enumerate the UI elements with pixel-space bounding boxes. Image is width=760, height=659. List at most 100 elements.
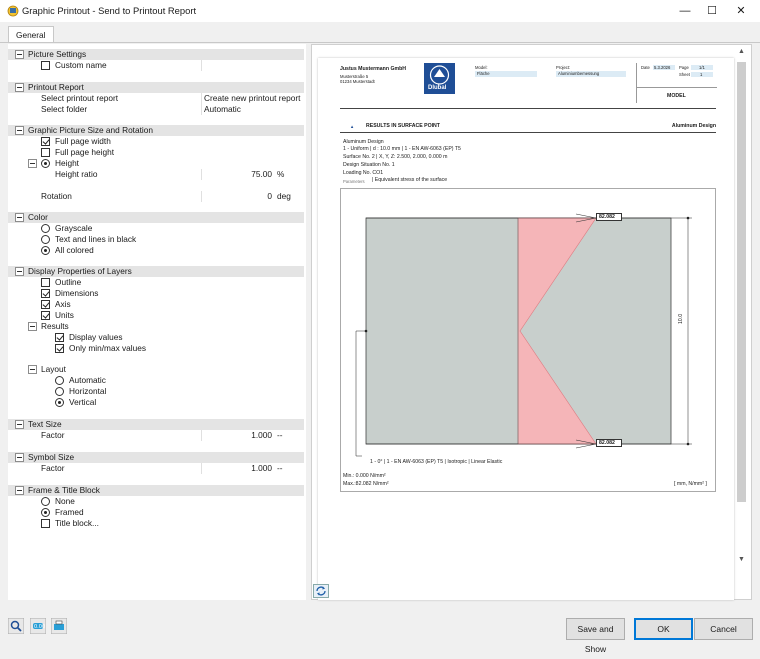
- axis-checkbox[interactable]: [41, 300, 50, 309]
- only-minmax-checkbox[interactable]: [55, 344, 64, 353]
- rotation-value[interactable]: 0: [204, 191, 272, 202]
- dlubal-logo: Dlubal: [424, 63, 455, 94]
- window-title: Graphic Printout - Send to Printout Repo…: [22, 5, 196, 16]
- project-value: Aluminiumbemessung: [558, 71, 599, 76]
- collapse-icon[interactable]: [28, 159, 37, 168]
- date-label: Date: [641, 65, 650, 70]
- collapse-icon[interactable]: [15, 126, 24, 135]
- units-checkbox[interactable]: [41, 311, 50, 320]
- layout-vertical-radio[interactable]: [55, 398, 64, 407]
- collapse-icon[interactable]: [15, 420, 24, 429]
- section-printout-report[interactable]: Printout Report: [8, 82, 304, 93]
- display-values-label: Display values: [69, 332, 123, 343]
- all-colored-radio[interactable]: [41, 246, 50, 255]
- printer-settings-icon[interactable]: [51, 618, 67, 634]
- symbol-factor-value[interactable]: 1.000: [204, 463, 272, 474]
- symbol-factor-unit: --: [277, 463, 283, 474]
- surface-result-drawing: [340, 188, 716, 492]
- collapse-icon[interactable]: [15, 213, 24, 222]
- column-separator: [201, 191, 202, 202]
- select-report-value[interactable]: Create new printout report: [204, 93, 300, 104]
- layout-horizontal-radio[interactable]: [55, 387, 64, 396]
- frame-framed-radio[interactable]: [41, 508, 50, 517]
- dimension-label: 10.0: [678, 314, 684, 324]
- full-width-checkbox[interactable]: [41, 137, 50, 146]
- sheet-label: Sheet: [679, 72, 690, 77]
- text-factor-row[interactable]: Factor 1.000 --: [8, 430, 304, 441]
- rotation-row[interactable]: Rotation 0 deg: [8, 191, 304, 202]
- collapse-icon[interactable]: [15, 486, 24, 495]
- refresh-button[interactable]: [313, 584, 329, 598]
- dimensions-row: Dimensions: [8, 288, 304, 299]
- layout-row: Layout: [8, 364, 304, 375]
- model-badge-box: MODEL: [637, 87, 717, 105]
- collapse-icon[interactable]: [28, 365, 37, 374]
- full-height-row: Full page height: [8, 147, 304, 158]
- select-folder-value[interactable]: Automatic: [204, 104, 241, 115]
- collapse-icon[interactable]: [28, 322, 37, 331]
- date-value: 5.3.2026: [654, 65, 670, 70]
- maximize-button[interactable]: ☐: [697, 0, 727, 22]
- collapse-icon[interactable]: [15, 453, 24, 462]
- dimensions-checkbox[interactable]: [41, 289, 50, 298]
- custom-name-row: Custom name: [8, 60, 304, 71]
- symbol-factor-row[interactable]: Factor 1.000 --: [8, 463, 304, 474]
- collapse-icon[interactable]: [15, 267, 24, 276]
- collapse-icon[interactable]: [15, 83, 24, 92]
- parameters-prefix: Parameters: [343, 179, 365, 184]
- model-field: Fläche: [475, 71, 537, 77]
- frame-none-radio[interactable]: [41, 497, 50, 506]
- scroll-down-icon[interactable]: ▼: [736, 556, 747, 563]
- height-ratio-value[interactable]: 75.00: [204, 169, 272, 180]
- close-button[interactable]: ✕: [726, 0, 756, 22]
- preview-scrollbar[interactable]: ▲ ▼: [736, 48, 747, 568]
- section-frame-title[interactable]: Frame & Title Block: [8, 485, 304, 496]
- minimize-button[interactable]: —: [670, 0, 700, 22]
- section-title: Text Size: [28, 419, 62, 430]
- select-report-label: Select printout report: [41, 93, 118, 104]
- info-line: Aluminum Design: [343, 139, 384, 145]
- save-and-show-button[interactable]: Save and Show: [566, 618, 625, 640]
- leader-point: [365, 330, 368, 333]
- section-symbol-size[interactable]: Symbol Size: [8, 452, 304, 463]
- page-label: Page: [679, 65, 689, 70]
- page-field: 1/1: [691, 65, 713, 70]
- grayscale-radio[interactable]: [41, 224, 50, 233]
- help-search-icon[interactable]: [8, 618, 24, 634]
- select-report-row[interactable]: Select printout report Create new printo…: [8, 93, 304, 104]
- scroll-up-icon[interactable]: ▲: [736, 48, 747, 55]
- project-field: Aluminiumbemessung: [556, 71, 626, 77]
- title-block-checkbox[interactable]: [41, 519, 50, 528]
- collapse-icon[interactable]: [15, 50, 24, 59]
- ok-button[interactable]: OK: [634, 618, 693, 640]
- page-value: 1/1: [699, 65, 705, 70]
- tab-general[interactable]: General: [8, 26, 54, 43]
- full-height-checkbox[interactable]: [41, 148, 50, 157]
- scroll-thumb[interactable]: [737, 62, 746, 502]
- value-units-icon[interactable]: 0.00: [30, 618, 46, 634]
- text-lines-black-radio[interactable]: [41, 235, 50, 244]
- outline-checkbox[interactable]: [41, 278, 50, 287]
- select-folder-row[interactable]: Select folder Automatic: [8, 104, 304, 115]
- cancel-button[interactable]: Cancel: [694, 618, 753, 640]
- section-size-rotation[interactable]: Graphic Picture Size and Rotation: [8, 125, 304, 136]
- section-picture-settings[interactable]: Picture Settings: [8, 49, 304, 60]
- rotation-unit: deg: [277, 191, 291, 202]
- height-ratio-row[interactable]: Height ratio 75.00 %: [8, 169, 304, 180]
- height-radio[interactable]: [41, 159, 50, 168]
- section-text-size[interactable]: Text Size: [8, 419, 304, 430]
- text-factor-value[interactable]: 1.000: [204, 430, 272, 441]
- text-lines-black-row: Text and lines in black: [8, 234, 304, 245]
- section-title: Printout Report: [28, 82, 84, 93]
- max-value-line: Max.:82.082 N/mm²: [343, 481, 389, 487]
- custom-name-checkbox[interactable]: [41, 61, 50, 70]
- section-color[interactable]: Color: [8, 212, 304, 223]
- material-line: 1 - 0° | 1 - EN AW-6063 (EP) T5 | Isotro…: [370, 459, 502, 465]
- refresh-icon: [314, 585, 328, 597]
- text-lines-black-label: Text and lines in black: [55, 234, 136, 245]
- layout-automatic-radio[interactable]: [55, 376, 64, 385]
- section-display-layers[interactable]: Display Properties of Layers: [8, 266, 304, 277]
- height-ratio-unit: %: [277, 169, 284, 180]
- page-header: Justus Mustermann GmbH Musterstraße 5 01…: [340, 63, 716, 109]
- display-values-checkbox[interactable]: [55, 333, 64, 342]
